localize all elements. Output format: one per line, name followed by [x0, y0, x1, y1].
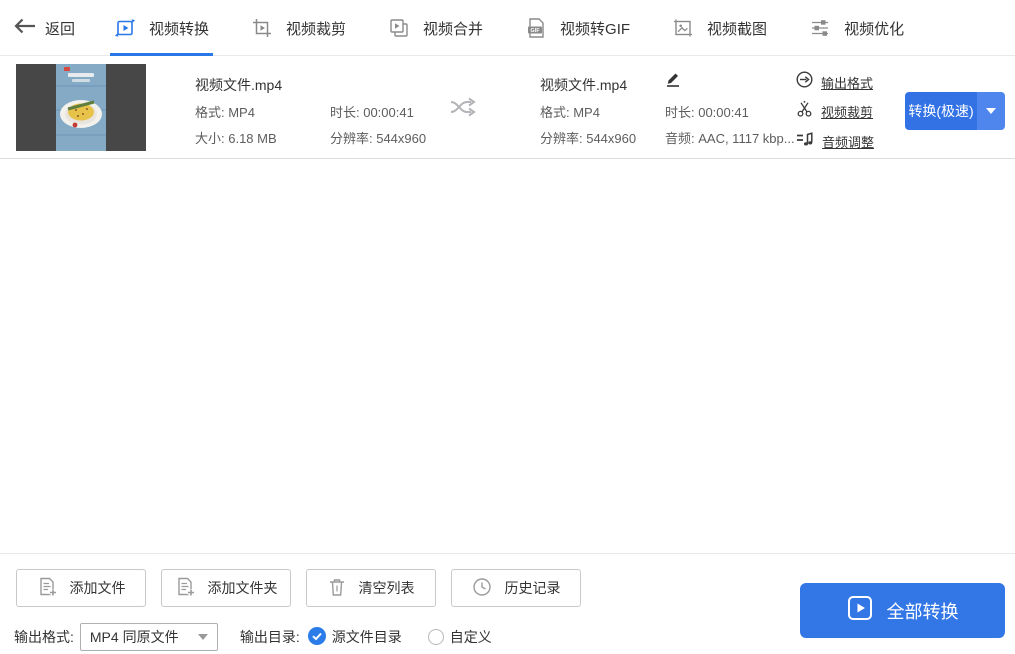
add-folder-button[interactable]: 添加文件夹 [161, 569, 291, 607]
convert-all-label: 全部转换 [886, 601, 959, 622]
history-icon [472, 577, 492, 600]
clear-list-button[interactable]: 清空列表 [306, 569, 436, 607]
radio-unchecked-icon [427, 629, 444, 645]
clear-list-icon [328, 577, 346, 600]
video-crop-link[interactable]: 视频裁剪 [796, 101, 873, 122]
bottom-bar: 添加文件 添加文件夹 清空列表 历史记录 输出格式: MP4 同原文件 输出目录… [0, 553, 1015, 654]
button-label: 添加文件 [69, 580, 126, 596]
toolbar: 添加文件 添加文件夹 清空列表 历史记录 [16, 569, 581, 607]
tab-label: 视频合并 [423, 20, 484, 38]
video-optimize-icon [809, 17, 831, 39]
video-converter-window: 返回 视频转换 视频裁剪 视频合并 GIF 视频转GIF 视频截图 视频优化 视… [0, 0, 1015, 654]
convert-button[interactable]: 转换(极速) [905, 92, 977, 130]
source-duration: 时长: 00:00:41 [330, 105, 414, 120]
radio-source-dir[interactable]: 源文件目录 [307, 626, 402, 648]
audio-adjust-icon [796, 131, 814, 152]
back-label: 返回 [45, 20, 76, 38]
tab-video-merge[interactable]: 视频合并 [384, 0, 487, 56]
output-format-value: MP4 同原文件 [89, 629, 179, 645]
video-thumbnail [16, 64, 146, 151]
convert-dropdown-button[interactable] [977, 92, 1005, 130]
output-format-select[interactable]: MP4 同原文件 [79, 623, 218, 651]
tab-video-to-gif[interactable]: GIF 视频转GIF [521, 0, 634, 56]
add-file-button[interactable]: 添加文件 [16, 569, 146, 607]
shuffle-icon [447, 94, 477, 125]
output-format-label: 输出格式: [14, 629, 74, 645]
button-label: 清空列表 [358, 580, 415, 596]
edit-icon[interactable] [665, 71, 680, 93]
video-crop-action-icon [796, 101, 813, 122]
select-arrow-icon [197, 634, 208, 640]
convert-split-button: 转换(极速) [905, 92, 1005, 130]
output-format-icon [796, 71, 813, 93]
output-audio: 音频: AAC, 1117 kbp... [665, 131, 795, 146]
history-button[interactable]: 历史记录 [451, 569, 581, 607]
radio-label: 源文件目录 [331, 629, 402, 645]
video-screenshot-icon [672, 17, 694, 39]
tab-video-optimize[interactable]: 视频优化 [805, 0, 908, 56]
action-label: 音频调整 [822, 135, 875, 150]
svg-text:GIF: GIF [530, 28, 540, 34]
output-resolution: 分辨率: 544x960 [540, 131, 637, 146]
dropdown-arrow-icon [986, 108, 996, 114]
file-row: 视频文件.mp4 格式: MP4 时长: 00:00:41 大小: 6.18 M… [0, 57, 1015, 159]
video-crop-tab-icon [251, 17, 273, 39]
add-folder-icon [175, 576, 195, 600]
output-filename: 视频文件.mp4 [540, 77, 628, 93]
back-arrow-icon [14, 18, 36, 38]
output-format: 格式: MP4 [540, 105, 600, 120]
button-label: 历史记录 [504, 580, 561, 596]
source-size: 大小: 6.18 MB [195, 131, 277, 146]
audio-adjust-link[interactable]: 音频调整 [796, 131, 874, 152]
output-format-link[interactable]: 输出格式 [796, 71, 873, 93]
radio-checked-icon [307, 626, 326, 648]
tab-label: 视频优化 [844, 20, 905, 38]
tab-label: 视频转换 [149, 20, 210, 38]
add-file-icon [37, 576, 57, 600]
radio-label: 自定义 [449, 629, 492, 645]
top-nav: 返回 视频转换 视频裁剪 视频合并 GIF 视频转GIF 视频截图 视频优化 [0, 0, 1015, 56]
tab-label: 视频转GIF [560, 20, 631, 38]
tab-video-crop[interactable]: 视频裁剪 [247, 0, 350, 56]
source-filename: 视频文件.mp4 [195, 77, 283, 93]
output-dir-label: 输出目录: [239, 629, 300, 645]
source-resolution: 分辨率: 544x960 [330, 131, 427, 146]
video-gif-icon: GIF [525, 17, 547, 39]
tab-video-convert[interactable]: 视频转换 [110, 0, 214, 56]
action-label: 输出格式 [821, 75, 874, 91]
convert-all-icon [847, 595, 873, 626]
tab-video-screenshot[interactable]: 视频截图 [668, 0, 771, 56]
output-duration: 时长: 00:00:41 [665, 105, 749, 120]
radio-custom-dir[interactable]: 自定义 [427, 627, 492, 647]
source-format: 格式: MP4 [195, 105, 255, 120]
tab-label: 视频截图 [707, 20, 768, 38]
convert-all-button[interactable]: 全部转换 [800, 583, 1005, 638]
tab-bar: 视频转换 视频裁剪 视频合并 GIF 视频转GIF 视频截图 视频优化 [110, 0, 908, 56]
back-button[interactable]: 返回 [14, 0, 75, 56]
action-label: 视频裁剪 [821, 105, 874, 120]
output-settings-row: 输出格式: MP4 同原文件 输出目录: 源文件目录 自定义 [14, 623, 518, 651]
tab-label: 视频裁剪 [286, 20, 347, 38]
video-convert-icon [114, 17, 136, 39]
video-merge-icon [388, 17, 410, 39]
button-label: 添加文件夹 [207, 580, 278, 596]
